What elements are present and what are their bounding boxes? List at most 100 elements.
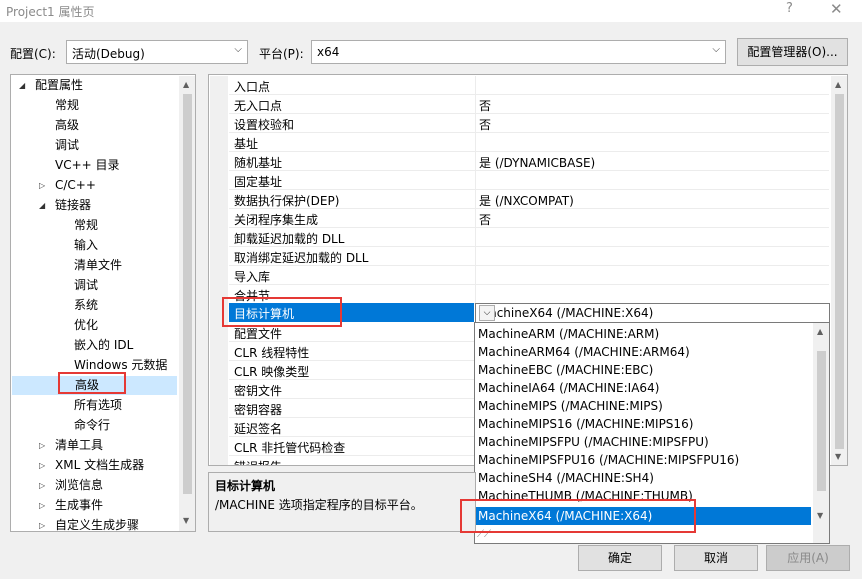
- tree-item[interactable]: VC++ 目录: [11, 156, 176, 175]
- grid-scrollbar[interactable]: ▲ ▼: [831, 76, 847, 465]
- dropdown-option[interactable]: MachineSH4 (/MACHINE:SH4): [475, 469, 811, 487]
- tree-item[interactable]: 命令行: [11, 416, 176, 435]
- tree-item[interactable]: ▷ C/C++: [11, 176, 176, 195]
- tree-item[interactable]: 高级: [11, 116, 176, 135]
- tree-scrollbar-thumb[interactable]: [183, 94, 192, 494]
- tree-item[interactable]: 常规: [11, 96, 176, 115]
- expand-icon[interactable]: ▷: [39, 456, 45, 475]
- property-row[interactable]: 设置校验和 否: [229, 114, 829, 133]
- target-machine-dropdown[interactable]: ▲ ▼ ⟋⟋ MachineARM (/MACHINE:ARM) MachineA…: [474, 322, 830, 544]
- ok-button[interactable]: 确定: [578, 545, 662, 571]
- dropdown-option[interactable]: MachineEBC (/MACHINE:EBC): [475, 361, 811, 379]
- tree-item[interactable]: 嵌入的 IDL: [11, 336, 176, 355]
- tree-item[interactable]: Windows 元数据: [11, 356, 176, 375]
- property-tree[interactable]: ▲ ▼ ◢ 配置属性 常规 高级 调试 VC++ 目录 ▷ C/C++ ◢ 链接器 常规 输入 清单文件…: [10, 74, 196, 532]
- tree-item-label: VC++ 目录: [55, 158, 120, 172]
- property-name: 基址: [234, 137, 259, 151]
- chevron-down-icon: ⌵: [712, 44, 720, 55]
- close-button[interactable]: ✕: [830, 0, 843, 18]
- scroll-down-icon[interactable]: ▼: [183, 516, 189, 525]
- tree-item[interactable]: ▷ 清单工具: [11, 436, 176, 455]
- dropdown-option[interactable]: MachineIA64 (/MACHINE:IA64): [475, 379, 811, 397]
- tree-scrollbar[interactable]: ▲ ▼: [179, 76, 195, 531]
- dropdown-option[interactable]: MachineX64 (/MACHINE:X64): [475, 507, 811, 525]
- dropdown-option[interactable]: MachineMIPSFPU (/MACHINE:MIPSFPU): [475, 433, 811, 451]
- property-name: 关闭程序集生成: [234, 213, 319, 227]
- apply-button[interactable]: 应用(A): [766, 545, 850, 571]
- tree-item-label: 常规: [74, 218, 99, 232]
- tree-item-label: C/C++: [55, 178, 96, 192]
- resize-grip-icon[interactable]: ⟋⟋: [477, 529, 491, 540]
- property-name: 取消绑定延迟加载的 DLL: [234, 251, 369, 265]
- scroll-down-icon[interactable]: ▼: [817, 511, 823, 520]
- tree-item[interactable]: ▷ XML 文档生成器: [11, 456, 176, 475]
- dropdown-option[interactable]: MachineMIPS16 (/MACHINE:MIPS16): [475, 415, 811, 433]
- dropdown-option[interactable]: MachineARM64 (/MACHINE:ARM64): [475, 343, 811, 361]
- property-row[interactable]: 卸载延迟加载的 DLL: [229, 228, 829, 247]
- property-row[interactable]: 导入库: [229, 266, 829, 285]
- grid-scrollbar-thumb[interactable]: [835, 94, 844, 449]
- property-value: 否: [479, 213, 492, 227]
- tree-item[interactable]: 优化: [11, 316, 176, 335]
- property-row[interactable]: 基址: [229, 133, 829, 152]
- help-button[interactable]: ?: [786, 1, 793, 16]
- collapse-icon[interactable]: ◢: [19, 76, 25, 95]
- property-name: 延迟签名: [234, 422, 283, 436]
- chevron-down-icon[interactable]: ⌵: [479, 305, 495, 321]
- tree-item-label: 所有选项: [74, 398, 123, 412]
- expand-icon[interactable]: ▷: [39, 516, 45, 531]
- tree-item[interactable]: 常规: [11, 216, 176, 235]
- dropdown-option[interactable]: MachineTHUMB (/MACHINE:THUMB): [475, 487, 811, 505]
- scroll-up-icon[interactable]: ▲: [183, 80, 189, 89]
- property-row-target-machine[interactable]: 目标计算机: [229, 303, 474, 322]
- tree-item[interactable]: 所有选项: [11, 396, 176, 415]
- property-name: 设置校验和: [234, 118, 295, 132]
- property-name: 配置文件: [234, 327, 283, 341]
- dropdown-scrollbar-thumb[interactable]: [817, 351, 826, 491]
- collapse-icon[interactable]: ◢: [39, 196, 45, 215]
- tree-item[interactable]: 输入: [11, 236, 176, 255]
- expand-icon[interactable]: ▷: [39, 436, 45, 455]
- expand-icon[interactable]: ▷: [39, 176, 45, 195]
- tree-item-label: 清单文件: [74, 258, 123, 272]
- config-manager-button[interactable]: 配置管理器(O)...: [737, 38, 848, 66]
- tree-item[interactable]: ▷ 生成事件: [11, 496, 176, 515]
- property-row[interactable]: 固定基址: [229, 171, 829, 190]
- tree-item-label: 浏览信息: [55, 478, 104, 492]
- target-machine-combo[interactable]: MachineX64 (/MACHINE:X64) ⌵: [475, 303, 830, 323]
- tree-item[interactable]: ▷ 自定义生成步骤: [11, 516, 176, 531]
- tree-item-label: 系统: [74, 298, 99, 312]
- tree-item-label: 高级: [55, 118, 80, 132]
- property-row[interactable]: 无入口点 否: [229, 95, 829, 114]
- scroll-up-icon[interactable]: ▲: [817, 327, 823, 336]
- tree-item[interactable]: 调试: [11, 276, 176, 295]
- property-row[interactable]: 数据执行保护(DEP) 是 (/NXCOMPAT): [229, 190, 829, 209]
- expand-icon[interactable]: ▷: [39, 496, 45, 515]
- tree-item[interactable]: 系统: [11, 296, 176, 315]
- scroll-up-icon[interactable]: ▲: [835, 80, 841, 89]
- property-row[interactable]: 关闭程序集生成 否: [229, 209, 829, 228]
- cancel-button[interactable]: 取消: [674, 545, 758, 571]
- config-combo-value: 活动(Debug): [72, 47, 145, 61]
- property-row[interactable]: 取消绑定延迟加载的 DLL: [229, 247, 829, 266]
- property-row[interactable]: 随机基址 是 (/DYNAMICBASE): [229, 152, 829, 171]
- tree-item[interactable]: 高级: [12, 376, 177, 395]
- tree-item[interactable]: ◢ 配置属性: [11, 76, 176, 95]
- dropdown-option[interactable]: MachineMIPSFPU16 (/MACHINE:MIPSFPU16): [475, 451, 811, 469]
- dropdown-option[interactable]: MachineARM (/MACHINE:ARM): [475, 325, 811, 343]
- dropdown-option[interactable]: MachineMIPS (/MACHINE:MIPS): [475, 397, 811, 415]
- property-row[interactable]: 入口点: [229, 76, 829, 95]
- column-divider: [475, 190, 476, 209]
- platform-combo[interactable]: x64 ⌵: [311, 40, 726, 64]
- property-name: 错误报告: [234, 458, 282, 465]
- tree-item[interactable]: ▷ 浏览信息: [11, 476, 176, 495]
- tree-item[interactable]: 清单文件: [11, 256, 176, 275]
- config-combo[interactable]: 活动(Debug) ⌵: [66, 40, 248, 64]
- dropdown-scrollbar[interactable]: ▲ ▼: [813, 323, 829, 543]
- grid-gutter: [210, 76, 228, 465]
- expand-icon[interactable]: ▷: [39, 476, 45, 495]
- tree-item[interactable]: ◢ 链接器: [11, 196, 176, 215]
- tree-item[interactable]: 调试: [11, 136, 176, 155]
- scroll-down-icon[interactable]: ▼: [835, 452, 841, 461]
- property-row[interactable]: 合并节: [229, 285, 829, 304]
